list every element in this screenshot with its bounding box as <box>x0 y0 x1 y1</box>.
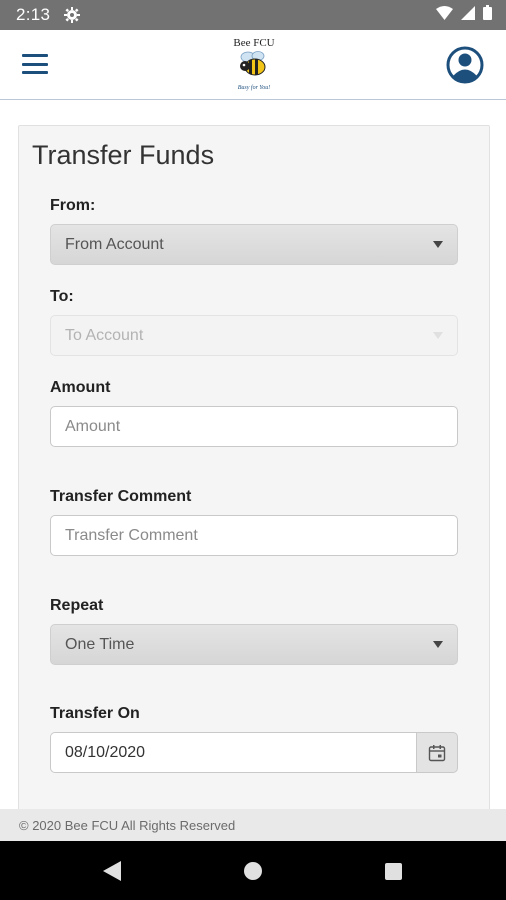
repeat-select[interactable]: One Time <box>50 624 458 665</box>
chevron-down-icon <box>433 332 443 339</box>
to-label: To: <box>50 288 74 305</box>
from-label: From: <box>50 197 96 214</box>
transfer-on-date-input[interactable] <box>50 732 416 773</box>
status-indicators <box>436 5 492 25</box>
from-account-select[interactable]: From Account <box>50 224 458 265</box>
user-profile-icon[interactable] <box>446 46 484 84</box>
page-title: Transfer Funds <box>32 140 215 170</box>
bee-fcu-logo: Bee FCU Busy for You! <box>226 37 282 95</box>
logo-text: Bee FCU <box>233 37 275 49</box>
hamburger-menu-icon[interactable] <box>22 54 48 74</box>
home-icon[interactable] <box>244 862 262 880</box>
to-account-value: To Account <box>65 326 144 344</box>
copyright-text: © 2020 Bee FCU All Rights Reserved <box>19 817 236 833</box>
transfer-comment-input[interactable] <box>50 515 458 556</box>
transfer-on-label: Transfer On <box>50 705 140 722</box>
bee-icon <box>240 51 266 76</box>
amount-label: Amount <box>50 379 111 396</box>
settings-gear-icon <box>64 7 81 23</box>
logo-tagline: Busy for You! <box>237 85 271 91</box>
battery-icon <box>483 5 492 25</box>
amount-input[interactable] <box>50 406 458 447</box>
calendar-icon[interactable] <box>416 732 458 773</box>
to-account-select[interactable]: To Account <box>50 315 458 356</box>
from-account-value: From Account <box>65 235 164 253</box>
copyright-footer: © 2020 Bee FCU All Rights Reserved <box>0 809 506 841</box>
recent-apps-icon[interactable] <box>385 863 402 880</box>
repeat-label: Repeat <box>50 597 104 614</box>
app-header: Bee FCU Busy for You! <box>0 30 506 100</box>
transfer-on-date-group <box>50 732 458 773</box>
status-time: 2:13 <box>16 5 51 24</box>
transfer-funds-card: Transfer Funds From: From Account To: To… <box>18 125 490 825</box>
status-bar: 2:13 <box>0 0 506 30</box>
transfer-comment-label: Transfer Comment <box>50 488 192 505</box>
signal-icon <box>461 5 475 25</box>
main-content: Transfer Funds From: From Account To: To… <box>0 101 506 825</box>
repeat-value: One Time <box>65 635 135 653</box>
wifi-icon <box>436 5 453 25</box>
chevron-down-icon <box>433 641 443 648</box>
android-nav-bar <box>0 841 506 900</box>
back-icon[interactable] <box>103 861 121 886</box>
chevron-down-icon <box>433 241 443 248</box>
